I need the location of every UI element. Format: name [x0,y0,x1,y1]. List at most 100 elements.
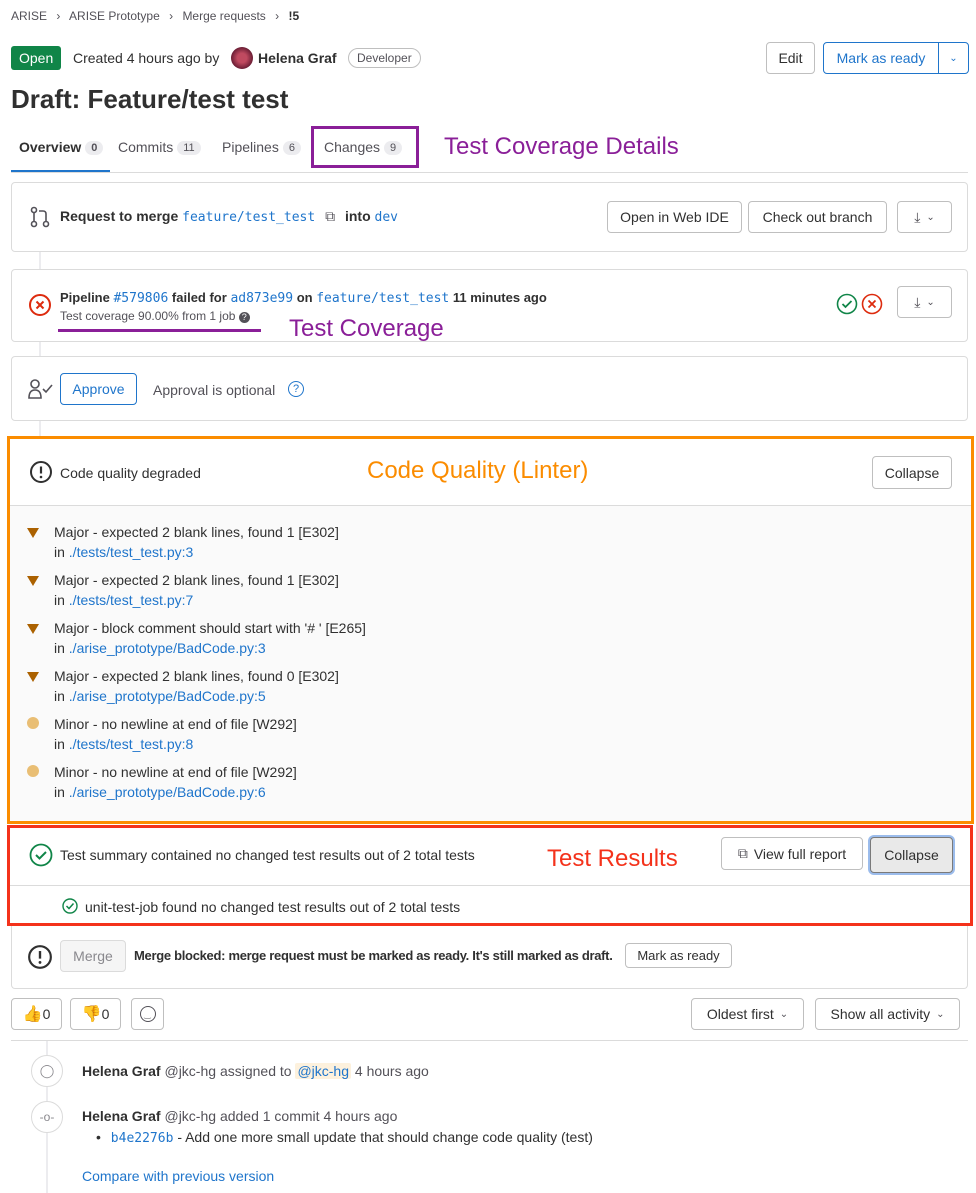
test-summary-collapse-button[interactable]: Collapse [870,837,953,873]
merge-blocked-text: Merge blocked: merge request must be mar… [134,948,613,963]
file-location-link[interactable]: ./tests/test_test.py:8 [69,736,194,752]
activity-handle[interactable]: @jkc-hg [164,1108,216,1124]
breadcrumb-arise[interactable]: ARISE [11,9,47,23]
major-severity-icon [27,624,39,634]
tab-count: 6 [282,141,301,155]
activity-filter-dropdown[interactable]: Show all activity ⌄ [815,998,960,1030]
breadcrumb-merge-requests[interactable]: Merge requests [182,9,265,23]
success-small-icon [62,898,78,914]
thumbs-down-count: 0 [101,1006,110,1022]
thumbs-up-button[interactable]: 👍 0 [11,998,62,1030]
merge-request-icon [30,206,50,228]
author-name[interactable]: Helena Graf [258,50,337,66]
commit-link[interactable]: ad873e99 [230,291,293,306]
coverage-text: Test coverage 90.00% from 1 job [60,309,236,323]
pipeline-status-text: Pipeline #579806 failed for ad873e99 on … [60,290,547,306]
tab-count: 11 [177,141,201,155]
sort-order-label: Oldest first [706,1006,774,1022]
breadcrumb: ARISE › ARISE Prototype › Merge requests… [11,9,299,23]
view-full-report-button[interactable]: ⧉ View full report [721,837,863,870]
thumbs-down-icon: 👎 [81,1006,102,1023]
in-label: in [54,688,65,704]
warning-icon [30,461,52,483]
file-location-link[interactable]: ./arise_prototype/BadCode.py:5 [69,688,266,704]
code-quality-item-text: Minor - no newline at end of file [W292] [54,716,297,732]
tab-overview[interactable]: Overview 0 [11,131,110,172]
file-location-link[interactable]: ./tests/test_test.py:3 [69,544,194,560]
target-branch-link[interactable]: dev [375,210,398,225]
thumbs-up-icon: 👍 [22,1006,43,1023]
mark-as-ready-button[interactable]: Mark as ready [823,42,939,74]
chevron-down-icon: ⌄ [936,1008,945,1020]
code-quality-item-text: Major - expected 2 blank lines, found 0 … [54,668,339,684]
pipeline-branch-link[interactable]: feature/test_test [316,291,449,306]
thumbs-down-button[interactable]: 👎 0 [70,998,121,1030]
copy-icon[interactable]: ⧉ [325,208,335,224]
passed-stage-icon[interactable] [836,293,858,315]
code-quality-item-location: in ./arise_prototype/BadCode.py:6 [54,784,266,800]
compare-version-link[interactable]: Compare with previous version [82,1168,274,1184]
test-summary-title: Test summary contained no changed test r… [60,847,475,863]
activity-author[interactable]: Helena Graf [82,1063,161,1079]
code-quality-item-location: in ./tests/test_test.py:8 [54,736,193,752]
pipeline-id-link[interactable]: #579806 [113,291,168,306]
open-web-ide-button[interactable]: Open in Web IDE [607,201,742,233]
download-dropdown[interactable]: ⤓ ⌄ [897,201,952,233]
mark-ready-dropdown[interactable]: ⌄ [938,42,969,74]
tab-pipelines[interactable]: Pipelines 6 [222,139,301,155]
chevron-down-icon: ⌄ [779,1008,789,1020]
mark-as-ready-small-button[interactable]: Mark as ready [625,943,732,968]
artifacts-dropdown[interactable]: ⤓ ⌄ [897,286,952,318]
file-location-link[interactable]: ./arise_prototype/BadCode.py:3 [69,640,266,656]
activity-author[interactable]: Helena Graf [82,1108,161,1124]
code-quality-item-text: Major - block comment should start with … [54,620,366,636]
timeline-line [39,342,41,357]
approve-button[interactable]: Approve [60,373,137,405]
tab-count: 9 [384,141,403,155]
tab-commits[interactable]: Commits 11 [118,139,201,155]
avatar[interactable] [231,47,253,69]
tab-label: Pipelines [222,139,279,155]
failed-stage-icon[interactable] [861,293,883,315]
major-severity-icon [27,576,39,586]
failed-status-icon[interactable] [28,293,52,317]
edit-button[interactable]: Edit [766,42,815,74]
thumbs-up-count: 0 [42,1006,51,1022]
activity-time: 4 hours ago [354,1063,429,1079]
tab-changes[interactable]: Changes 9 [311,126,419,168]
file-location-link[interactable]: ./arise_prototype/BadCode.py:6 [69,784,266,800]
check-out-branch-button[interactable]: Check out branch [748,201,887,233]
source-branch-link[interactable]: feature/test_test [182,210,315,225]
sort-order-dropdown[interactable]: Oldest first ⌄ [691,998,804,1030]
user-mention-link[interactable]: @jkc-hg [295,1063,351,1079]
code-quality-item-location: in ./arise_prototype/BadCode.py:3 [54,640,266,656]
pipeline-prefix: Pipeline [60,290,110,305]
annotation-test-results: Test Results [547,845,678,872]
chevron-down-icon: ⌄ [949,52,958,64]
download-icon: ⤓ [914,208,921,225]
activity-handle[interactable]: @jkc-hg [164,1063,216,1079]
warning-icon [28,945,52,969]
activity-divider [11,1040,968,1041]
file-location-link[interactable]: ./tests/test_test.py:7 [69,592,194,608]
help-icon[interactable]: ? [288,381,304,397]
breadcrumb-mr-id[interactable]: !5 [289,9,300,23]
question-icon[interactable]: ? [238,312,250,323]
in-label: in [54,592,65,608]
add-reaction-button[interactable]: ‿ [131,998,164,1030]
commit-sha-link[interactable]: b4e2276b [111,1131,174,1146]
code-quality-item-location: in ./tests/test_test.py:3 [54,544,193,560]
in-label: in [54,736,65,752]
merge-card: Merge Merge blocked: merge request must … [11,926,968,989]
into-label: into [344,208,371,224]
annotation-code-quality: Code Quality (Linter) [367,457,589,484]
tab-label: Changes [324,139,381,155]
download-icon: ⤓ [914,293,921,310]
commit-icon: -o- [31,1101,63,1133]
code-quality-collapse-button[interactable]: Collapse [872,456,952,489]
approval-optional-text: Approval is optional [153,382,276,398]
activity-filter-label: Show all activity [830,1006,931,1022]
activity-action: added 1 commit [219,1108,320,1124]
breadcrumb-project[interactable]: ARISE Prototype [69,9,160,23]
tab-count: 0 [85,141,104,155]
